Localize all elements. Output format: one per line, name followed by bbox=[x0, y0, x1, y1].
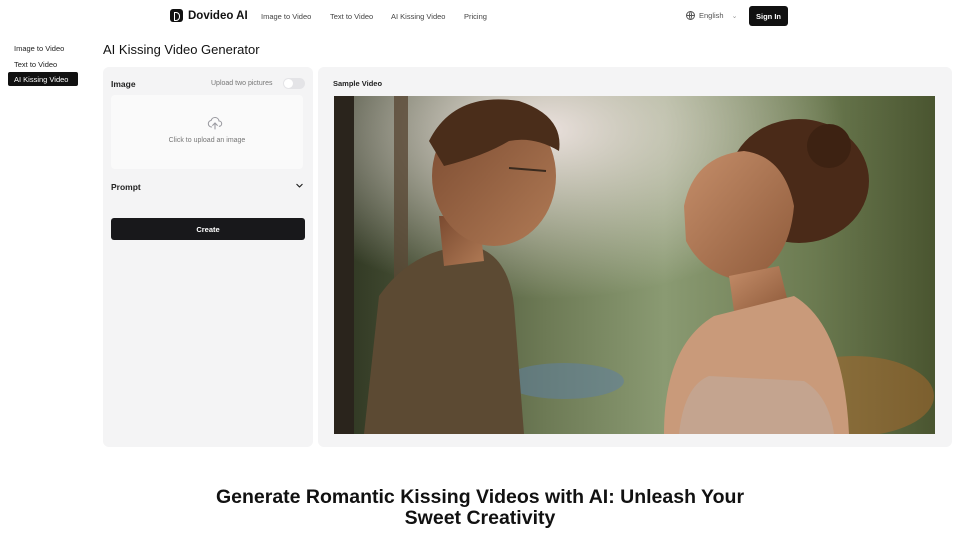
language-label: English bbox=[699, 11, 724, 20]
sample-video-frame bbox=[334, 96, 935, 434]
top-navigation: Dovideo AI Image to Video Text to Video … bbox=[0, 0, 960, 32]
create-button[interactable]: Create bbox=[111, 218, 305, 240]
nav-link-text-to-video[interactable]: Text to Video bbox=[330, 12, 373, 21]
sign-in-button[interactable]: Sign In bbox=[749, 6, 788, 26]
upload-two-pictures-toggle[interactable] bbox=[283, 78, 305, 89]
hero-headline: Generate Romantic Kissing Videos with AI… bbox=[0, 487, 960, 529]
upload-two-pictures-label: Upload two pictures bbox=[211, 80, 273, 87]
sample-video-label: Sample Video bbox=[333, 79, 383, 88]
nav-link-image-to-video[interactable]: Image to Video bbox=[261, 12, 311, 21]
sample-video-player[interactable] bbox=[334, 96, 935, 434]
brand-name: Dovideo AI bbox=[188, 9, 248, 22]
sidebar-item-ai-kissing-video[interactable]: AI Kissing Video bbox=[8, 72, 78, 86]
image-upload-dropzone[interactable]: Click to upload an image bbox=[111, 95, 303, 169]
prompt-label: Prompt bbox=[111, 182, 141, 192]
generator-form-panel: Image Upload two pictures Click to uploa… bbox=[103, 67, 313, 447]
sidebar-item-text-to-video[interactable]: Text to Video bbox=[8, 57, 78, 71]
hero-headline-line-2: Sweet Creativity bbox=[404, 507, 556, 529]
language-selector[interactable]: English ⌄ bbox=[686, 11, 737, 20]
upload-cloud-icon bbox=[207, 117, 223, 130]
sidebar-item-image-to-video[interactable]: Image to Video bbox=[8, 41, 78, 55]
hero-headline-line-1: Generate Romantic Kissing Videos with AI… bbox=[215, 486, 745, 508]
upload-prompt-text: Click to upload an image bbox=[168, 137, 246, 144]
brand-logo[interactable]: Dovideo AI bbox=[170, 9, 248, 22]
chevron-down-icon: ⌄ bbox=[731, 12, 738, 20]
page-title: AI Kissing Video Generator bbox=[103, 42, 260, 57]
image-label: Image bbox=[111, 79, 136, 89]
nav-link-ai-kissing-video[interactable]: AI Kissing Video bbox=[391, 12, 445, 21]
prompt-expand-chevron-icon[interactable] bbox=[295, 181, 304, 190]
nav-link-pricing[interactable]: Pricing bbox=[464, 12, 487, 21]
logo-icon bbox=[170, 9, 183, 22]
globe-icon bbox=[686, 11, 695, 20]
sample-video-panel: Sample Video bbox=[318, 67, 952, 447]
